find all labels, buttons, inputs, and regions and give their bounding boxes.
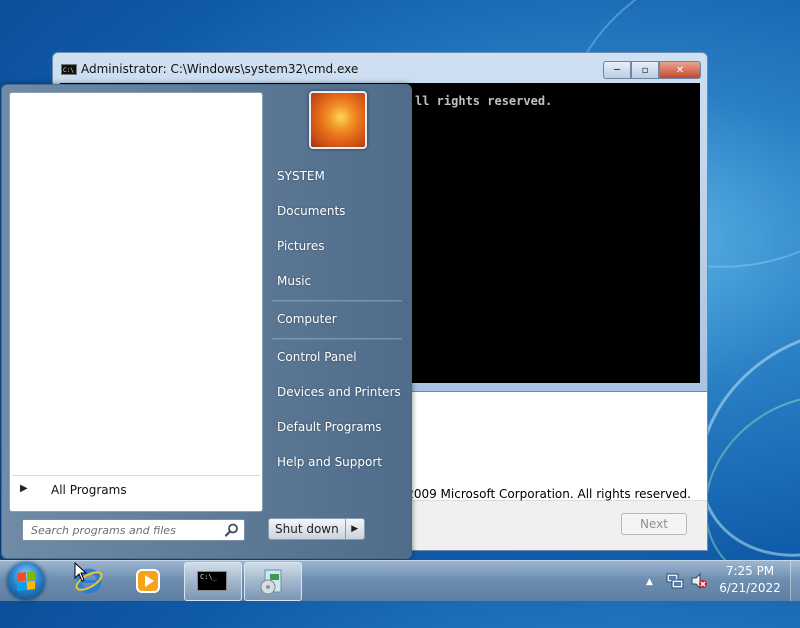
mouse-cursor-icon bbox=[74, 562, 88, 582]
network-icon[interactable] bbox=[666, 572, 684, 590]
windows-flag-icon bbox=[17, 571, 35, 591]
media-player-icon bbox=[136, 569, 160, 593]
shutdown-options-arrow-icon[interactable]: ▶ bbox=[346, 519, 364, 539]
shutdown-split-button: Shut down ▶ bbox=[268, 518, 365, 540]
cmd-window-icon: C:\ bbox=[61, 64, 77, 75]
close-button[interactable]: ✕ bbox=[659, 61, 701, 79]
start-link-devices-and-printers[interactable]: Devices and Printers bbox=[277, 385, 401, 399]
start-menu-programs-pane: ▶ All Programs bbox=[9, 92, 263, 512]
separator bbox=[272, 338, 402, 340]
clock-date: 6/21/2022 bbox=[719, 581, 781, 595]
taskbar-cmd-button[interactable]: C:\_ bbox=[184, 562, 242, 601]
user-picture[interactable] bbox=[309, 91, 367, 149]
volume-muted-icon[interactable] bbox=[690, 572, 708, 590]
tray-expand-arrow-icon[interactable]: ▲ bbox=[646, 577, 653, 587]
show-desktop-button[interactable] bbox=[790, 561, 800, 601]
search-icon[interactable] bbox=[224, 522, 240, 538]
console-text-line: ll rights reserved. bbox=[415, 94, 553, 108]
windows-orb-icon[interactable] bbox=[7, 562, 45, 600]
start-link-computer[interactable]: Computer bbox=[277, 312, 337, 326]
all-programs-arrow-icon: ▶ bbox=[20, 483, 28, 494]
cmd-titlebar[interactable]: C:\ Administrator: C:\Windows\system32\c… bbox=[53, 53, 707, 83]
start-menu: ▶ All Programs SYSTEM Documents Pictures… bbox=[1, 84, 412, 559]
window-controls: ─ ▫ ✕ bbox=[603, 61, 701, 79]
start-link-music[interactable]: Music bbox=[277, 274, 311, 288]
setup-icon bbox=[260, 569, 282, 595]
all-programs-label: All Programs bbox=[51, 483, 127, 497]
start-link-control-panel[interactable]: Control Panel bbox=[277, 350, 357, 364]
shutdown-button[interactable]: Shut down bbox=[269, 519, 346, 539]
cmd-icon: C:\_ bbox=[197, 571, 227, 591]
taskbar-clock[interactable]: 7:25 PM 6/21/2022 bbox=[716, 563, 784, 597]
next-button[interactable]: Next bbox=[621, 513, 687, 535]
minimize-button[interactable]: ─ bbox=[603, 61, 631, 79]
start-link-default-programs[interactable]: Default Programs bbox=[277, 420, 382, 434]
start-link-system[interactable]: SYSTEM bbox=[277, 169, 325, 183]
all-programs-item[interactable]: ▶ All Programs bbox=[12, 475, 260, 506]
start-link-pictures[interactable]: Pictures bbox=[277, 239, 325, 253]
start-search-box[interactable] bbox=[22, 519, 245, 541]
taskbar-setup-button[interactable] bbox=[244, 562, 302, 601]
search-input[interactable] bbox=[23, 520, 213, 540]
start-link-documents[interactable]: Documents bbox=[277, 204, 345, 218]
start-link-help-and-support[interactable]: Help and Support bbox=[277, 455, 382, 469]
maximize-button[interactable]: ▫ bbox=[631, 61, 659, 79]
cmd-window-title: Administrator: C:\Windows\system32\cmd.e… bbox=[81, 62, 359, 76]
clock-time: 7:25 PM bbox=[725, 564, 775, 578]
separator bbox=[272, 300, 402, 302]
setup-copyright-text: ht © 2009 Microsoft Corporation. All rig… bbox=[374, 487, 691, 501]
